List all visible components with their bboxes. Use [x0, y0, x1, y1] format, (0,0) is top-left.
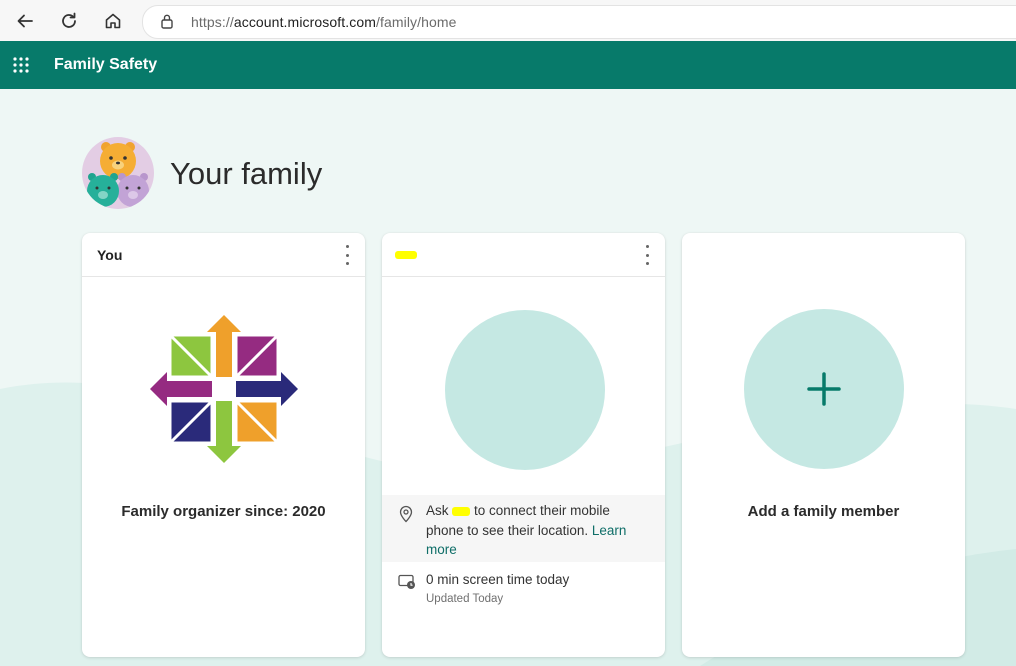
organizer-since-text: Family organizer since: 2020: [121, 503, 326, 520]
waffle-grid-icon[interactable]: [12, 56, 30, 74]
app-header: Family Safety: [0, 41, 1016, 89]
lock-icon[interactable]: [160, 13, 174, 34]
back-arrow-icon[interactable]: [12, 8, 38, 34]
address-bar[interactable]: https://account.microsoft.com/family/hom…: [142, 5, 1016, 39]
member-name: You: [97, 247, 123, 263]
location-message: Ask to connect their mobile phone to see…: [426, 503, 627, 557]
more-options-icon[interactable]: [343, 245, 351, 265]
add-member-card[interactable]: Add a family member: [682, 233, 965, 657]
screen-time-row[interactable]: 0 min screen time today Updated Today: [426, 570, 639, 609]
browser-toolbar: https://account.microsoft.com/family/hom…: [0, 0, 1016, 42]
member-card-you[interactable]: You Family organizer since: 2020: [82, 233, 365, 657]
family-avatar: [82, 137, 154, 209]
location-pin-icon: [398, 505, 414, 528]
card-header: [382, 233, 665, 277]
redacted-name: [452, 506, 471, 516]
app-title[interactable]: Family Safety: [54, 56, 157, 74]
updated-text: Updated Today: [426, 592, 504, 605]
card-header: You: [82, 233, 365, 277]
url-text[interactable]: https://account.microsoft.com/family/hom…: [191, 14, 457, 30]
page-title: Your family: [170, 156, 323, 191]
reload-icon[interactable]: [56, 8, 82, 34]
profile-picture: [148, 313, 300, 465]
add-member-button[interactable]: [744, 309, 904, 469]
add-member-label[interactable]: Add a family member: [682, 503, 965, 520]
member-card[interactable]: Ask to connect their mobile phone to see…: [382, 233, 665, 657]
plus-icon: [807, 372, 841, 406]
screen-time-text: 0 min screen time today: [426, 572, 570, 587]
member-avatar[interactable]: [445, 310, 605, 470]
home-icon[interactable]: [100, 8, 126, 34]
member-name-redacted: [395, 251, 417, 259]
screen-time-icon: [398, 574, 416, 595]
more-options-icon[interactable]: [643, 245, 651, 265]
location-row: Ask to connect their mobile phone to see…: [382, 495, 665, 562]
